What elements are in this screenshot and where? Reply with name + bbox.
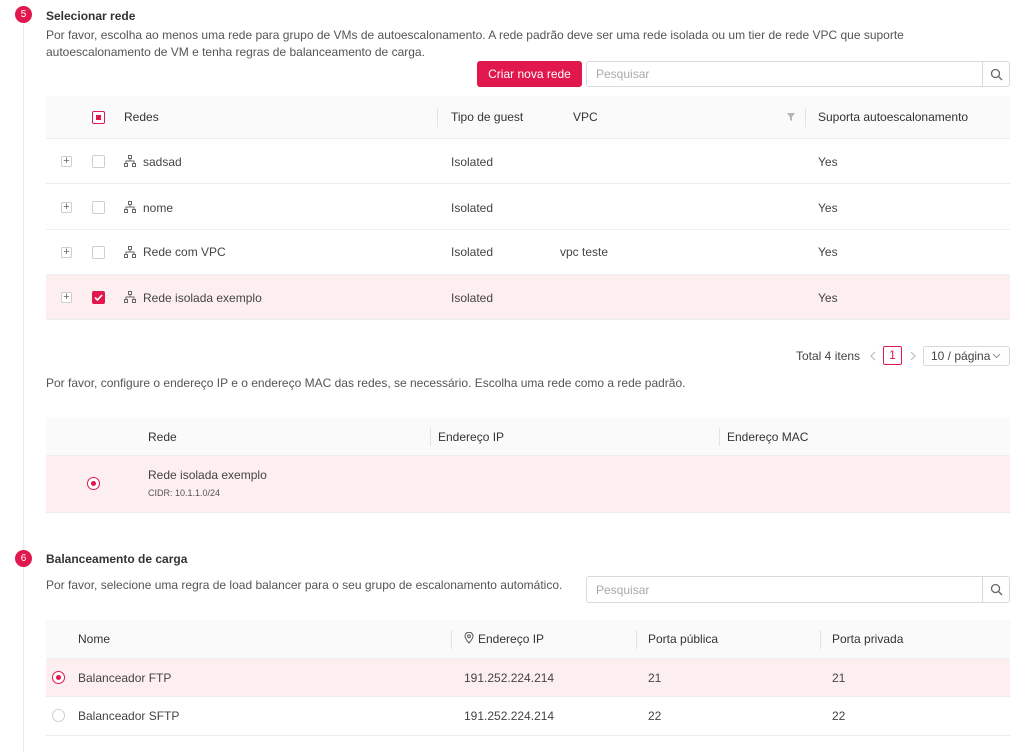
load-balancer-name: Balanceador SFTP (78, 709, 180, 723)
network-row-selected[interactable]: + Rede isolada exemplo Isolated Yes (46, 275, 1010, 320)
filter-icon[interactable] (786, 112, 796, 122)
network-icon (124, 291, 136, 303)
load-balancer-row-selected[interactable]: Balanceador FTP 191.252.224.214 21 21 (46, 659, 1010, 697)
pagination-page-1[interactable]: 1 (883, 346, 902, 365)
row-checkbox[interactable] (92, 201, 105, 214)
vpc-name: vpc teste (560, 245, 609, 259)
network-name: Rede com VPC (143, 245, 226, 259)
column-header-name: Nome (78, 632, 111, 646)
default-network-radio[interactable] (87, 477, 100, 490)
network-search (586, 61, 1010, 87)
load-balancer-public-port: 21 (648, 671, 662, 685)
column-divider (437, 108, 438, 127)
ip-config-description: Por favor, configure o endereço IP e o e… (46, 376, 686, 390)
chevron-down-icon (992, 353, 1001, 359)
load-balancer-ip: 191.252.224.214 (464, 709, 555, 723)
column-divider (430, 428, 431, 446)
page-size-select[interactable]: 10 / página (923, 346, 1010, 366)
page-size-value: 10 / página (931, 349, 991, 363)
column-divider (451, 630, 452, 649)
ip-config-cidr: CIDR: 10.1.1.0/24 (148, 488, 221, 498)
row-checkbox[interactable] (92, 246, 105, 259)
autoscale-support: Yes (818, 245, 838, 259)
load-balancer-private-port: 21 (832, 671, 846, 685)
checkmark-icon (94, 294, 103, 302)
column-divider (719, 428, 720, 446)
network-row[interactable]: + Rede com VPC Isolated vpc teste Yes (46, 230, 1010, 275)
column-header-public-port: Porta pública (648, 632, 719, 646)
network-icon (124, 246, 136, 258)
column-divider (636, 630, 637, 649)
row-checkbox-checked[interactable] (92, 291, 105, 304)
network-icon (124, 201, 136, 213)
expand-row-icon[interactable]: + (61, 156, 72, 167)
guest-type: Isolated (451, 201, 494, 215)
load-balancer-search-input[interactable] (587, 577, 982, 602)
row-checkbox[interactable] (92, 155, 105, 168)
load-balancer-private-port: 22 (832, 709, 846, 723)
networks-table-header: Redes Tipo de guest VPC Suporta autoesca… (46, 96, 1010, 139)
autoscale-support: Yes (818, 291, 838, 305)
column-divider (805, 108, 806, 127)
network-search-input[interactable] (587, 62, 982, 86)
step-number-6: 6 (15, 550, 32, 567)
section-title-network: Selecionar rede (46, 9, 136, 23)
load-balancer-radio[interactable] (52, 671, 65, 684)
guest-type: Isolated (451, 245, 494, 259)
column-header-autoscale: Suporta autoescalonamento (818, 110, 969, 124)
load-balancer-row[interactable]: Balanceador SFTP 191.252.224.214 22 22 (46, 697, 1010, 736)
ip-config-network-name: Rede isolada exemplo (148, 468, 267, 482)
location-pin-icon (464, 632, 474, 644)
network-icon (124, 155, 136, 167)
network-search-button[interactable] (982, 62, 1009, 86)
column-header-mac: Endereço MAC (727, 430, 809, 444)
load-balancer-radio[interactable] (52, 709, 65, 722)
column-header-networks: Redes (124, 110, 159, 124)
step-number-5: 5 (15, 6, 32, 23)
column-header-guest-type: Tipo de guest (451, 110, 524, 124)
network-row[interactable]: + sadsad Isolated Yes (46, 139, 1010, 184)
autoscale-support: Yes (818, 201, 838, 215)
column-header-private-port: Porta privada (832, 632, 904, 646)
network-name: Rede isolada exemplo (143, 291, 262, 305)
create-network-button[interactable]: Criar nova rede (477, 61, 582, 87)
load-balancer-name: Balanceador FTP (78, 671, 172, 685)
column-header-ip: Endereço IP (438, 430, 505, 444)
guest-type: Isolated (451, 155, 494, 169)
network-name: sadsad (143, 155, 182, 169)
load-balancer-search-button[interactable] (982, 577, 1009, 602)
ip-config-row-selected[interactable]: Rede isolada exemplo CIDR: 10.1.1.0/24 (46, 456, 1010, 513)
chevron-left-icon[interactable] (869, 351, 877, 361)
steps-rail (23, 24, 24, 752)
column-header-network: Rede (148, 430, 177, 444)
load-balancer-ip: 191.252.224.214 (464, 671, 555, 685)
column-header-ip-address: Endereço IP (478, 632, 545, 646)
search-icon (990, 68, 1002, 80)
section-description-load-balancer: Por favor, selecione uma regra de load b… (46, 578, 563, 592)
expand-row-icon[interactable]: + (61, 247, 72, 258)
pagination-total: Total 4 itens (796, 349, 861, 363)
load-balancer-search (586, 576, 1010, 603)
load-balancer-table-header: Nome Endereço IP Porta pública Porta pri… (46, 620, 1010, 659)
column-divider (820, 630, 821, 649)
network-name: nome (143, 201, 174, 215)
ip-config-table-header: Rede Endereço IP Endereço MAC (46, 418, 1010, 456)
chevron-right-icon[interactable] (909, 351, 917, 361)
load-balancer-public-port: 22 (648, 709, 662, 723)
expand-row-icon[interactable]: + (61, 202, 72, 213)
section-title-load-balancer: Balanceamento de carga (46, 552, 188, 566)
select-all-checkbox[interactable] (92, 111, 105, 124)
expand-row-icon[interactable]: + (61, 292, 72, 303)
search-icon (990, 583, 1002, 596)
section-description-network: Por favor, escolha ao menos uma rede par… (46, 28, 904, 59)
autoscale-support: Yes (818, 155, 838, 169)
column-header-vpc: VPC (573, 110, 598, 124)
guest-type: Isolated (451, 291, 494, 305)
network-row[interactable]: + nome Isolated Yes (46, 184, 1010, 230)
